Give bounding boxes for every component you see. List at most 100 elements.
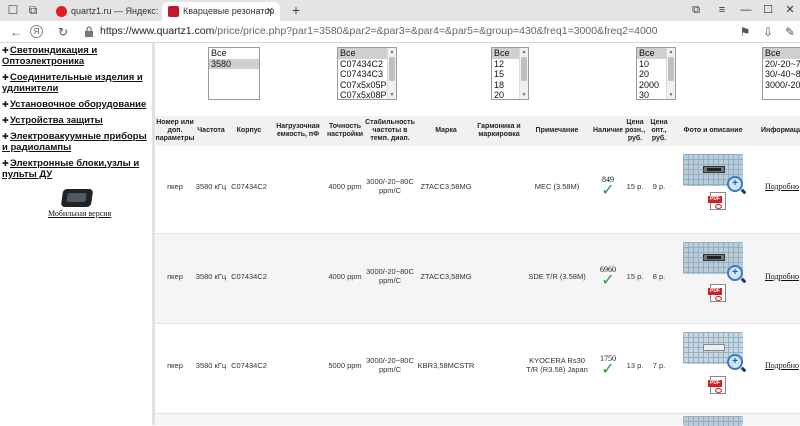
collections-icon[interactable]: ⧉ <box>688 2 704 18</box>
col-header-case: Корпус <box>236 127 262 134</box>
scroll-up-icon[interactable]: ▲ <box>388 48 396 56</box>
cell-accuracy: 4000 ppm <box>328 181 362 191</box>
zoom-magnifier-icon[interactable]: + <box>727 265 743 281</box>
cell-load <box>271 234 325 318</box>
menu-icon[interactable]: ☐ <box>4 2 22 18</box>
cell-number: пкер <box>167 271 183 281</box>
select-option[interactable]: 20/-20~70 <box>763 59 800 70</box>
reload-icon[interactable]: ↻ <box>55 24 71 40</box>
select-option[interactable]: Все <box>763 48 800 59</box>
table-row: пкер 3580 кГц C07434C2 4000 ppm 3000/-20… <box>155 146 800 233</box>
col-header-mark: Марка <box>435 127 457 134</box>
filter-stability-select[interactable]: Все 20/-20~70 30/-40~85 3000/-20~8 <box>762 47 800 100</box>
category-sidebar: ✚Светоиндикация и Оптоэлектроника ✚Соеди… <box>0 43 152 425</box>
listbox-scrollbar[interactable]: ▲ ▼ <box>387 48 396 99</box>
scroll-down-icon[interactable]: ▼ <box>667 91 675 99</box>
sidebar-item-label: Установочное оборудование <box>10 99 147 110</box>
site-favicon-icon <box>168 6 179 18</box>
col-header-stock: Наличие <box>593 127 623 134</box>
bookmark-icon[interactable]: ⚑ <box>737 24 753 40</box>
listbox-scrollbar[interactable]: ▲ ▼ <box>666 48 675 99</box>
url-input[interactable]: https://www.quartz1.com/price/price.php?… <box>100 25 658 37</box>
settings-menu-icon[interactable]: ≡ <box>714 2 730 18</box>
details-link[interactable]: Подробно <box>765 182 799 191</box>
scroll-down-icon[interactable]: ▼ <box>520 91 528 99</box>
cell-accuracy: 5000 ppm <box>328 360 362 370</box>
details-link[interactable]: Подробно <box>765 361 799 370</box>
scroll-down-icon[interactable]: ▼ <box>388 91 396 99</box>
tab-title: Кварцевые резонатор <box>183 6 275 17</box>
yandex-favicon-icon <box>56 6 67 18</box>
expand-icon: ✚ <box>2 132 9 141</box>
cell-note: MEC (3.58M) <box>534 181 580 191</box>
cell-info: Подробно <box>755 146 800 226</box>
cell-case: C07434C2 <box>231 271 267 281</box>
pdf-datasheet-icon[interactable]: PDF <box>708 284 726 302</box>
maximize-icon[interactable]: ☐ <box>760 2 776 18</box>
address-bar: ← Я ↻ https://www.quartz1.com/price/pric… <box>0 21 800 43</box>
sidebar-item-label: Электронные блоки,узлы и пульты ДУ <box>2 158 140 180</box>
new-tab-button[interactable]: + <box>288 3 304 19</box>
col-header-price-retail: Цена розн., руб. <box>624 119 646 142</box>
cell-case: C07434C2 <box>231 181 267 191</box>
filter-accuracy-select[interactable]: Все 10 20 2000 30 ▲ ▼ <box>636 47 676 100</box>
scroll-thumb[interactable] <box>389 57 395 81</box>
sidebar-item-optoelectronics[interactable]: ✚Светоиндикация и Оптоэлектроника <box>0 45 150 67</box>
col-header-stability: Стабильность частоты в темп. диап. <box>365 119 415 142</box>
in-stock-check-icon: ✓ <box>601 271 615 289</box>
select-option[interactable]: 30/-40~85 <box>763 69 800 80</box>
col-header-accuracy: Точность настройки <box>326 123 364 138</box>
close-window-icon[interactable]: ✕ <box>782 2 798 18</box>
filter-case-select[interactable]: Все C07434C2 C07434C3 C07x5x05P2 C07x5x0… <box>337 47 397 100</box>
scroll-up-icon[interactable]: ▲ <box>667 48 675 56</box>
table-row <box>155 413 800 426</box>
downloads-icon[interactable]: ⇩ <box>760 24 776 40</box>
filter-load-capacitance-select[interactable]: Все 12 15 18 20 ▲ ▼ <box>491 47 529 100</box>
pdf-label: PDF <box>708 380 722 387</box>
pdf-label: PDF <box>708 196 722 203</box>
back-arrow-icon[interactable]: ← <box>8 24 24 40</box>
cell-info: Подробно <box>755 234 800 318</box>
sidebar-item-mounting[interactable]: ✚Установочное оборудование <box>0 99 150 110</box>
sidebar-item-vacuum-tubes[interactable]: ✚Электровакуумные приборы и радиолампы <box>0 131 150 153</box>
cell-mark: KBR3,58MCSTR <box>417 360 475 370</box>
pdf-label: PDF <box>708 288 722 295</box>
filter-frequency-select[interactable]: Все 3580 <box>208 47 260 100</box>
sidebar-item-protection[interactable]: ✚Устройства защиты <box>0 115 150 126</box>
listbox-scrollbar[interactable]: ▲ ▼ <box>519 48 528 99</box>
minimize-icon[interactable]: — <box>738 2 754 18</box>
sidebar-item-label: Соединительные изделия и удлинители <box>2 72 143 94</box>
tab-quartz-resonators[interactable]: Кварцевые резонатор ✕ <box>162 2 280 21</box>
close-tab-icon[interactable]: ✕ <box>266 2 274 21</box>
scroll-thumb[interactable] <box>668 57 674 81</box>
scroll-thumb[interactable] <box>521 57 527 81</box>
cell-harmonic <box>477 234 521 318</box>
select-option[interactable]: Все <box>209 48 259 59</box>
select-option[interactable]: 3580 <box>209 58 259 69</box>
pdf-datasheet-icon[interactable]: PDF <box>708 376 726 394</box>
details-link[interactable]: Подробно <box>765 272 799 281</box>
scroll-up-icon[interactable]: ▲ <box>520 48 528 56</box>
extensions-icon[interactable]: ✎ <box>782 24 798 40</box>
cell-stock: 1750 ✓ <box>593 324 623 406</box>
col-header-note: Примечание <box>535 127 579 134</box>
tabs-panel-icon[interactable]: ⧉ <box>24 2 42 18</box>
pdf-datasheet-icon[interactable]: PDF <box>708 192 726 210</box>
expand-icon: ✚ <box>2 73 9 82</box>
zoom-magnifier-icon[interactable]: + <box>727 176 743 192</box>
mobile-version-link[interactable]: Мобильная версия <box>48 209 111 218</box>
sidebar-item-electronic-units[interactable]: ✚Электронные блоки,узлы и пульты ДУ <box>0 158 150 180</box>
yandex-home-icon[interactable]: Я <box>30 25 43 38</box>
tab-yandex-search[interactable]: quartz1.ru — Яндекс: наш <box>50 2 158 21</box>
sidebar-item-label: Устройства защиты <box>10 115 103 126</box>
cell-mark: ZTACC3,58MG <box>420 271 472 281</box>
lock-icon <box>85 26 93 37</box>
cell-stability: 3000/-20~80C ppm/C <box>366 356 414 374</box>
sidebar-item-connectors[interactable]: ✚Соединительные изделия и удлинители <box>0 72 150 94</box>
cell-load <box>271 324 325 406</box>
col-header-frequency: Частота <box>197 127 225 134</box>
mobile-phone-icon[interactable] <box>60 189 94 207</box>
cell-frequency: 3580 кГц <box>195 181 227 191</box>
zoom-magnifier-icon[interactable]: + <box>727 354 743 370</box>
select-option[interactable]: 3000/-20~8 <box>763 80 800 91</box>
